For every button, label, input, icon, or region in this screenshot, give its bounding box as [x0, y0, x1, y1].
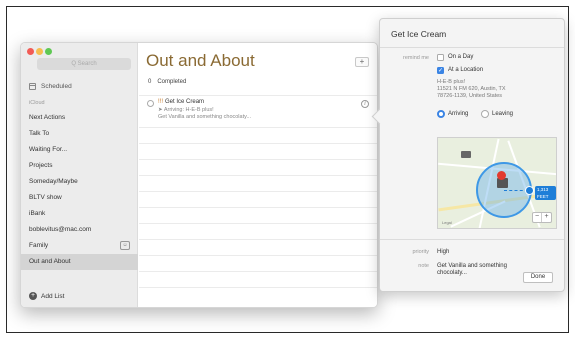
done-button[interactable]: Done [523, 272, 553, 283]
map-zoom-control: − + [532, 212, 552, 223]
on-a-day-checkbox[interactable] [437, 54, 444, 61]
sidebar-item-label: Out and About [29, 258, 71, 265]
location-address-line2: 78726-1139, United States [437, 93, 503, 99]
divider [139, 175, 377, 176]
note-label: note [418, 263, 429, 269]
calendar-icon [29, 83, 36, 90]
sidebar-item-family[interactable]: Family ☺ [21, 238, 138, 254]
location-address-line1: 11521 N FM 620, Austin, TX [437, 86, 506, 92]
at-a-location-label: At a Location [448, 67, 484, 73]
sidebar-item-out-and-about[interactable]: Out and About [21, 254, 138, 270]
divider [139, 143, 377, 144]
divider [139, 239, 377, 240]
list-title: Out and About [146, 51, 255, 70]
plus-circle-icon: + [29, 292, 37, 300]
location-map[interactable]: 1,313 FEET Legal − + [437, 137, 557, 229]
divider [139, 271, 377, 272]
add-list-button[interactable]: + Add List [29, 292, 65, 300]
sidebar-section-header: iCloud [29, 100, 45, 106]
sidebar-item-email-list[interactable]: boblevitus@mac.com [21, 222, 138, 238]
arriving-radio[interactable] [437, 110, 445, 118]
divider [139, 255, 377, 256]
add-reminder-button[interactable]: + [355, 57, 369, 67]
reminder-location-trigger: ➤ Arriving: H-E-B plus! [158, 107, 214, 113]
sidebar-item-label: Next Actions [29, 114, 66, 121]
on-a-day-label: On a Day [448, 54, 474, 60]
sidebar-item-next-actions[interactable]: Next Actions [21, 110, 138, 126]
search-field-placeholder: Q Search [71, 61, 97, 67]
sidebar-lists: Next Actions Talk To Waiting For... Proj… [21, 110, 138, 270]
location-pin-icon[interactable] [497, 171, 506, 180]
completed-label: Completed [157, 79, 187, 85]
remind-me-label: remind me [403, 55, 429, 61]
divider [139, 287, 377, 288]
note-value-line1[interactable]: Get Vanilla and something [437, 263, 507, 269]
sidebar-item-label: BLTV show [29, 194, 62, 201]
at-a-location-checkbox[interactable]: ✓ [437, 67, 444, 74]
reminders-window: Q Search Scheduled iCloud Next Actions T… [20, 42, 378, 308]
sidebar-item-scheduled[interactable]: Scheduled [29, 83, 72, 90]
priority-label: priority [412, 249, 429, 255]
completed-toggle[interactable]: 0 Completed [148, 79, 186, 85]
radius-handle[interactable] [525, 186, 534, 195]
divider [380, 47, 564, 48]
divider [139, 223, 377, 224]
reminder-title-text: Get Ice Cream [165, 99, 205, 105]
sidebar-item-label: Talk To [29, 130, 50, 137]
reminder-trigger-text: Arriving: H-E-B plus! [163, 107, 214, 113]
completed-count: 0 [148, 79, 152, 85]
sidebar-item-bltv-show[interactable]: BLTV show [21, 190, 138, 206]
sidebar-item-label: iBank [29, 210, 46, 217]
sidebar-item-label: Waiting For... [29, 146, 68, 153]
search-input[interactable]: Q Search [37, 58, 131, 70]
sidebar-item-someday-maybe[interactable]: Someday/Maybe [21, 174, 138, 190]
reminder-checkbox[interactable] [147, 100, 154, 107]
zoom-out-button[interactable]: − [533, 213, 542, 222]
sidebar: Q Search Scheduled iCloud Next Actions T… [21, 43, 138, 307]
minimize-window-button[interactable] [36, 48, 43, 55]
store-map-icon [461, 151, 471, 158]
note-value-line2[interactable]: chocolaty... [437, 270, 467, 276]
zoom-in-button[interactable]: + [542, 213, 551, 222]
leaving-label: Leaving [492, 111, 514, 117]
arriving-label: Arriving [448, 111, 469, 117]
location-name[interactable]: H-E-B plus! [437, 79, 465, 86]
leaving-radio[interactable] [481, 110, 489, 118]
sidebar-item-label: Someday/Maybe [29, 178, 78, 185]
divider [380, 239, 564, 240]
reminder-row[interactable]: !!! Get Ice Cream ➤ Arriving: H-E-B plus!… [139, 96, 377, 126]
priority-marker: !!! [158, 99, 164, 105]
sidebar-item-label: boblevitus@mac.com [29, 226, 92, 233]
popover-title: Get Ice Cream [391, 29, 447, 39]
sidebar-item-waiting-for[interactable]: Waiting For... [21, 142, 138, 158]
priority-value[interactable]: High [437, 249, 449, 255]
reminder-list-pane: Out and About + 0 Completed !!! Get Ice Cr… [139, 43, 377, 307]
zoom-window-button[interactable] [45, 48, 52, 55]
map-legal-link[interactable]: Legal [442, 220, 452, 225]
sidebar-item-label: Scheduled [41, 83, 72, 90]
add-list-label: Add List [41, 292, 65, 300]
sidebar-item-projects[interactable]: Projects [21, 158, 138, 174]
info-icon[interactable]: i [361, 100, 369, 108]
divider [139, 191, 377, 192]
sidebar-item-talk-to[interactable]: Talk To [21, 126, 138, 142]
divider [139, 159, 377, 160]
reminder-note-preview: Get Vanilla and something chocolaty... [158, 114, 252, 120]
divider [139, 207, 377, 208]
reminder-details-popover: Get Ice Cream remind me On a Day ✓ At a … [379, 18, 565, 292]
sidebar-item-ibank[interactable]: iBank [21, 206, 138, 222]
sidebar-item-label: Projects [29, 162, 53, 169]
close-window-button[interactable] [27, 48, 34, 55]
divider [139, 127, 377, 128]
shared-list-icon[interactable]: ☺ [120, 241, 130, 250]
radius-label: 1,313 FEET [535, 186, 556, 200]
sidebar-item-label: Family [29, 242, 49, 249]
reminder-title[interactable]: !!! Get Ice Cream [158, 99, 204, 105]
